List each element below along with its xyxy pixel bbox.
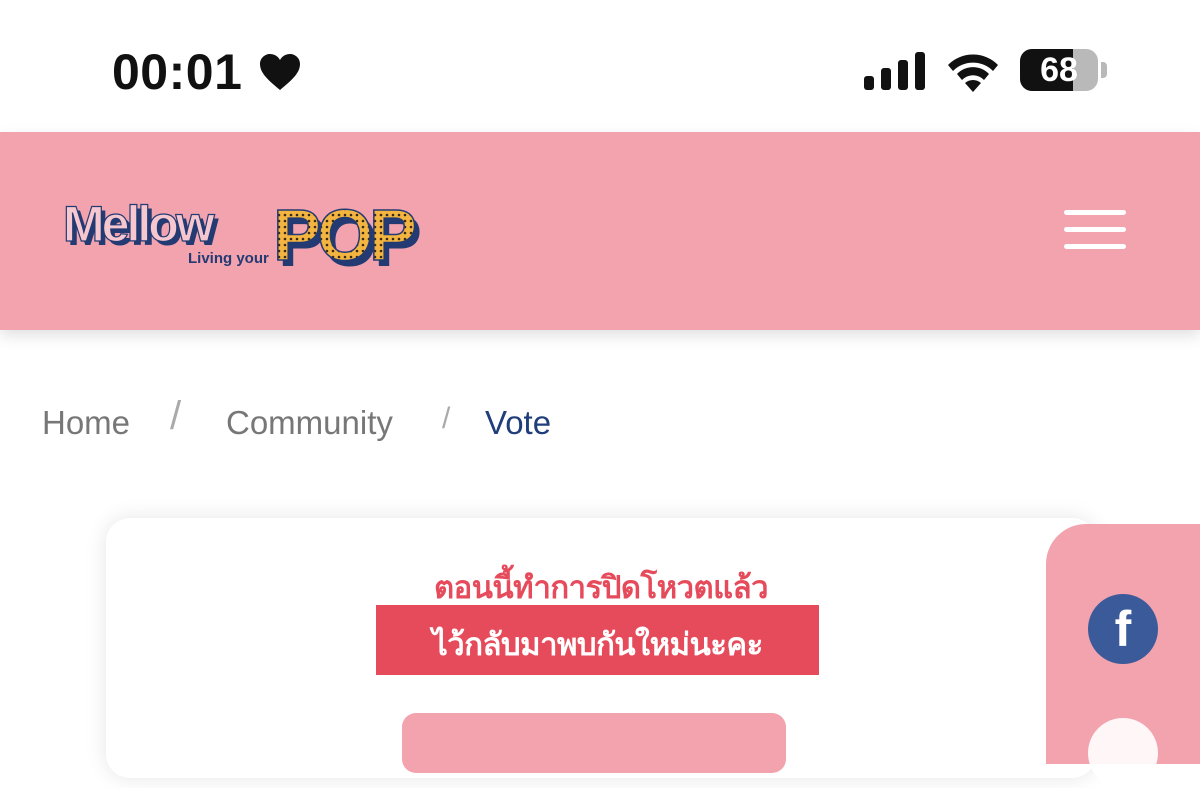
breadcrumb-community[interactable]: Community — [226, 404, 393, 442]
vote-card: ตอนนี้ทำการปิดโหวตแล้ว ไว้กลับมาพบกันใหม… — [106, 518, 1096, 778]
battery-tip — [1101, 62, 1107, 78]
hamburger-menu-icon[interactable] — [1060, 206, 1132, 254]
facebook-icon[interactable]: f — [1088, 594, 1158, 664]
battery-percent: 68 — [1040, 51, 1078, 89]
share-icon[interactable] — [1088, 718, 1158, 788]
comeback-banner: ไว้กลับมาพบกันใหม่นะคะ — [376, 605, 819, 675]
cellular-signal-icon — [864, 52, 925, 90]
status-time: 00:01 — [112, 44, 243, 100]
social-share-panel: f — [1046, 524, 1200, 788]
comeback-message: ไว้กลับมาพบกันใหม่นะคะ — [432, 627, 763, 663]
breadcrumb-separator: / — [170, 394, 182, 438]
site-logo[interactable]: Mellow Mellow POP POP Living your — [60, 194, 450, 274]
battery-icon: 68 — [1020, 49, 1098, 91]
facebook-glyph: f — [1114, 601, 1132, 657]
heart-icon — [260, 54, 300, 90]
breadcrumb-current-vote: Vote — [485, 404, 552, 441]
wifi-icon — [948, 54, 998, 92]
svg-text:Living your: Living your — [188, 250, 269, 267]
svg-text:Mellow: Mellow — [63, 196, 215, 252]
site-header: Mellow Mellow POP POP Living your — [0, 132, 1200, 330]
breadcrumb-home[interactable]: Home — [42, 404, 130, 442]
svg-text:POP: POP — [273, 196, 415, 274]
vote-action-button[interactable] — [402, 713, 786, 773]
status-bar: 00:01 68 — [0, 0, 1200, 132]
breadcrumb-separator: / — [442, 402, 451, 435]
